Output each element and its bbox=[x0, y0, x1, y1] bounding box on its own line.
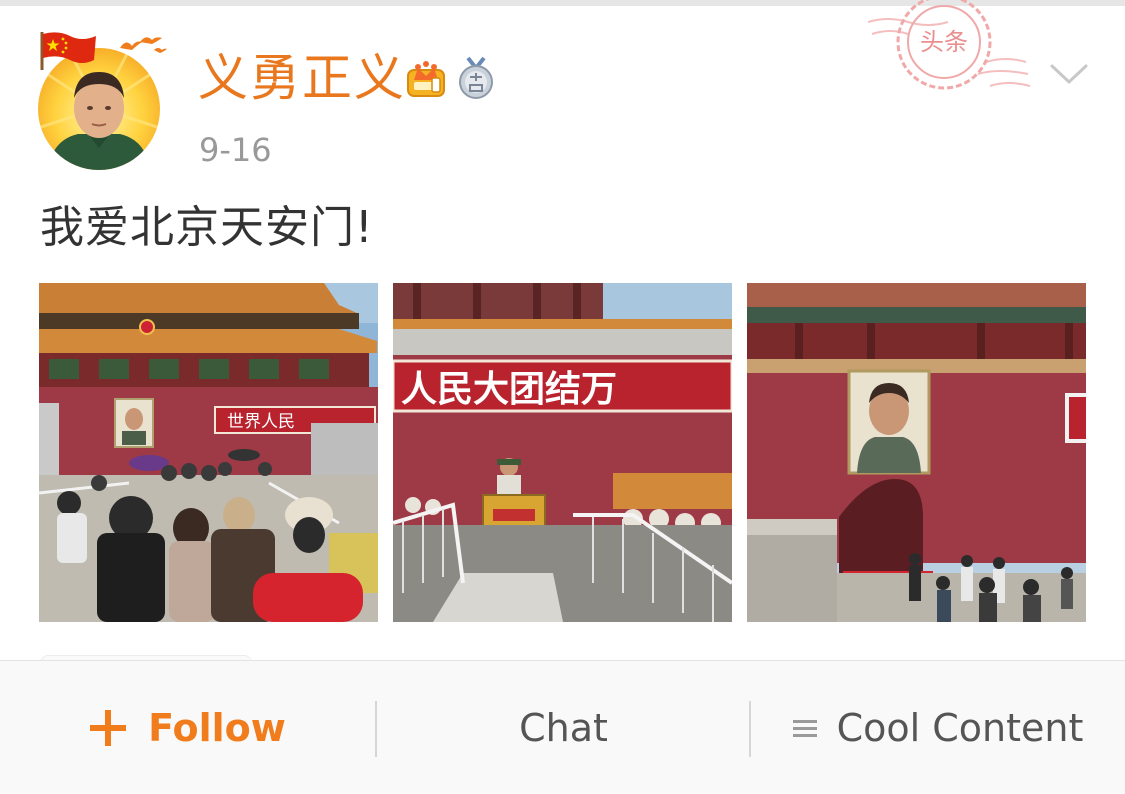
svg-text:世界人民: 世界人民 bbox=[227, 412, 295, 432]
photo-thumbnail-3[interactable] bbox=[747, 283, 1086, 622]
crown-badge-icon[interactable] bbox=[404, 56, 448, 100]
cool-content-label: Cool Content bbox=[836, 705, 1084, 750]
answer-medal-icon[interactable] bbox=[456, 56, 496, 100]
photo-thumbnail-1[interactable]: 世界人民 bbox=[39, 283, 378, 622]
doves-icon bbox=[120, 37, 167, 53]
follow-button[interactable]: Follow bbox=[0, 661, 376, 794]
chat-button[interactable]: Chat bbox=[377, 661, 750, 794]
cool-content-button[interactable]: Cool Content bbox=[751, 661, 1125, 794]
bottom-action-bar: Follow Chat Cool Content bbox=[0, 660, 1125, 794]
svg-text:人民大团结万: 人民大团结万 bbox=[401, 369, 617, 410]
headline-stamp-icon: 头条 bbox=[868, 0, 1031, 90]
chat-label: Chat bbox=[519, 705, 608, 750]
chevron-down-icon[interactable] bbox=[1048, 58, 1090, 90]
plus-icon bbox=[90, 709, 127, 746]
follow-label: Follow bbox=[148, 705, 286, 750]
svg-text:头条: 头条 bbox=[920, 28, 968, 56]
photo-thumbnail-2[interactable]: 人民大团结万 bbox=[393, 283, 732, 622]
china-flag-icon bbox=[40, 32, 96, 70]
menu-lines-icon bbox=[792, 719, 817, 737]
post-text: 我爱北京天安门! bbox=[40, 202, 374, 253]
username[interactable]: 义勇正义 bbox=[198, 46, 406, 110]
post-timestamp: 9-16 bbox=[199, 131, 272, 169]
